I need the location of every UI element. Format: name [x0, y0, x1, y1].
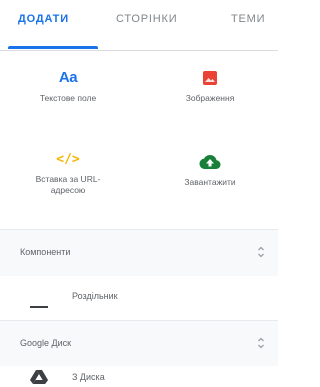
tab-themes[interactable]: ТЕМИ [231, 12, 265, 38]
divider-line-icon [30, 296, 48, 314]
from-drive-item[interactable]: З Диска [0, 366, 278, 387]
tab-pages[interactable]: СТОРІНКИ [116, 12, 177, 38]
upload-label: Завантажити [184, 177, 236, 187]
insert-divider-item[interactable]: Роздільник [0, 276, 278, 320]
embed-code-icon: </> [8, 148, 128, 170]
image-icon [150, 67, 270, 89]
components-section-header[interactable]: Компоненти [0, 229, 278, 276]
text-aa-glyph: Aa [58, 69, 78, 86]
tab-bar: ДОДАТИ СТОРІНКИ ТЕМИ [0, 0, 278, 51]
embed-url-button[interactable]: </> Вставка за URL-адресою [8, 148, 128, 222]
divider-item-label: Роздільник [72, 291, 118, 301]
google-drive-icon [30, 370, 48, 387]
cloud-upload-icon [150, 151, 270, 173]
google-drive-section-header[interactable]: Google Диск [0, 320, 278, 367]
insert-text-box-label: Текстове поле [39, 93, 97, 103]
embed-code-glyph: </> [56, 152, 80, 167]
expand-collapse-icon [256, 244, 266, 260]
active-tab-indicator [8, 46, 98, 49]
insert-image-label: Зображення [185, 93, 235, 103]
google-drive-section-title: Google Диск [20, 338, 72, 348]
insert-grid: Aa Текстове поле Зображення </> Вставка … [0, 51, 278, 229]
embed-url-label: Вставка за URL-адресою [35, 174, 101, 195]
upload-button[interactable]: Завантажити [150, 151, 270, 225]
from-drive-label: З Диска [72, 372, 105, 382]
text-aa-icon: Aa [8, 67, 128, 89]
insert-panel: ДОДАТИ СТОРІНКИ ТЕМИ Aa Текстове поле Зо… [0, 0, 278, 387]
components-section-title: Компоненти [20, 247, 71, 257]
insert-image-button[interactable]: Зображення [150, 67, 270, 141]
insert-text-box-button[interactable]: Aa Текстове поле [8, 67, 128, 141]
expand-collapse-icon [256, 335, 266, 351]
tab-add[interactable]: ДОДАТИ [18, 12, 69, 38]
